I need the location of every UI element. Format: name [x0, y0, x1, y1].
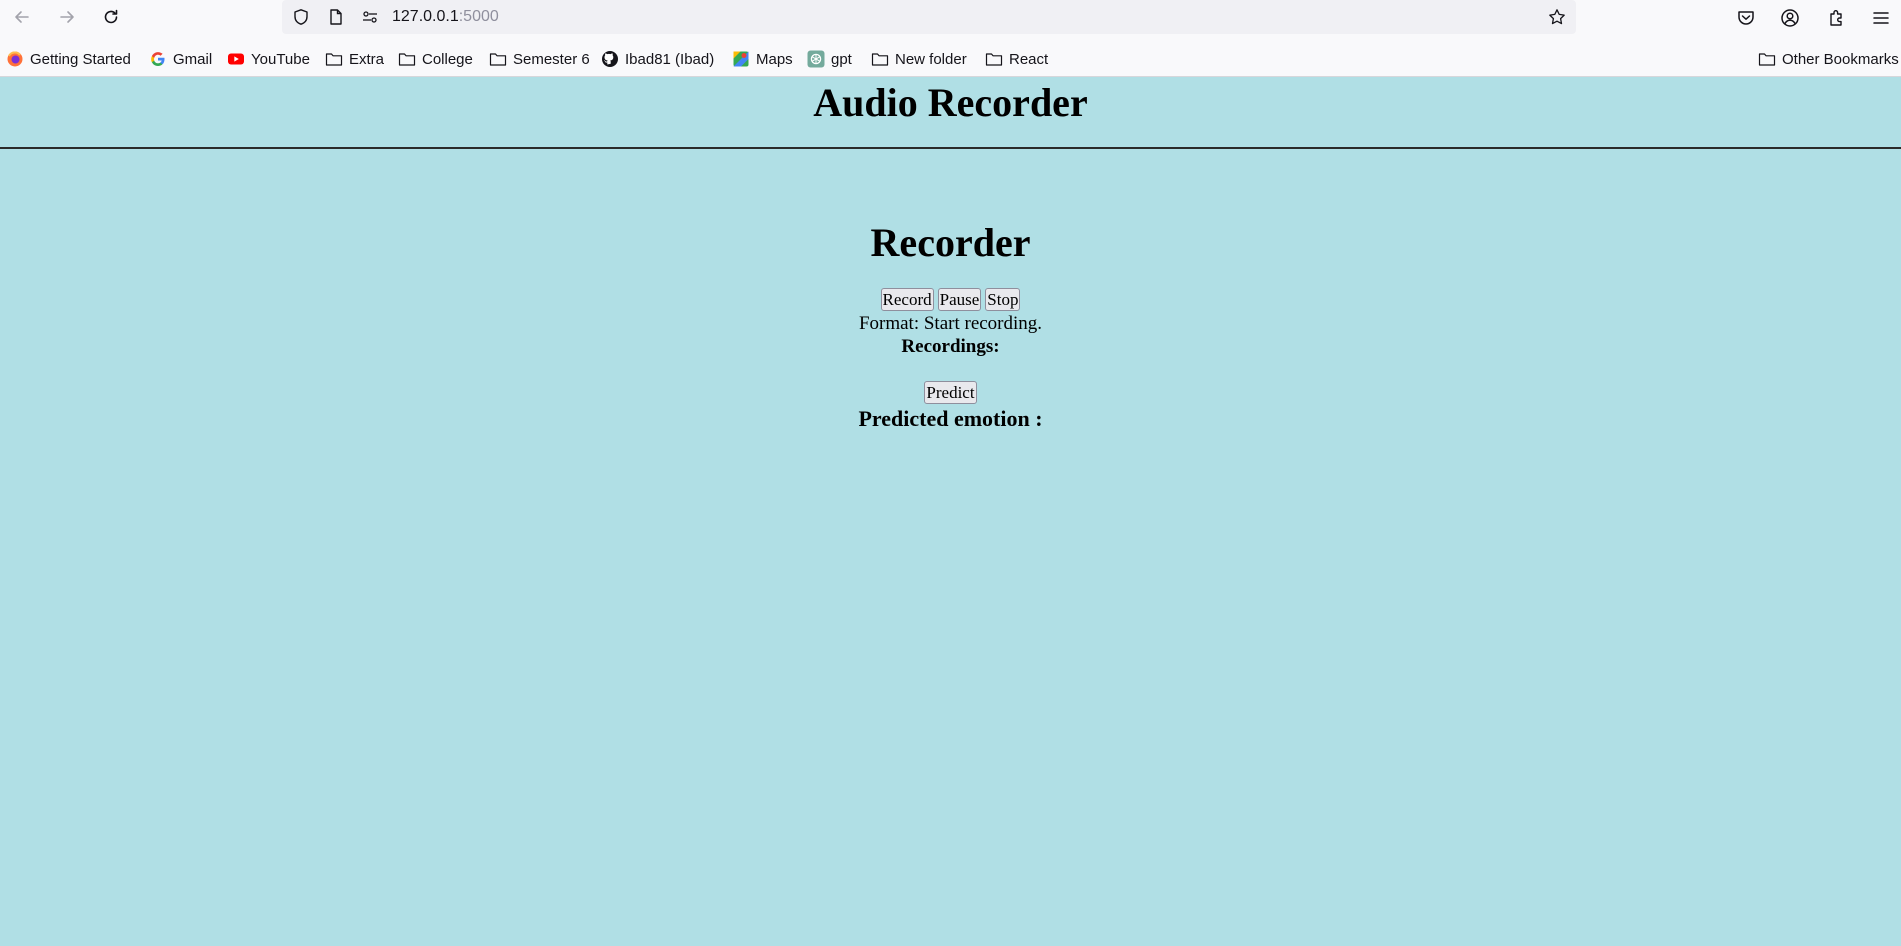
- forward-arrow-icon: [60, 11, 74, 23]
- predict-row: Predict: [0, 381, 1901, 404]
- bookmark-label: Extra: [349, 50, 385, 68]
- maps-icon: [732, 50, 750, 68]
- shield-icon[interactable]: [290, 6, 312, 28]
- forward-button[interactable]: [53, 3, 81, 31]
- address-bar[interactable]: 127.0.0.1:5000: [282, 0, 1576, 34]
- bookmark-label: React: [1009, 50, 1049, 68]
- format-status: Format: Start recording.: [858, 313, 1043, 334]
- menu-icon[interactable]: [1868, 5, 1894, 31]
- bookmarks-toolbar: Getting Started Gmail YouTube Extra Coll…: [0, 47, 1901, 71]
- navigation-bar: 127.0.0.1:5000: [0, 0, 1901, 34]
- extensions-icon[interactable]: [1824, 5, 1850, 31]
- bookmark-label: Gmail: [173, 50, 213, 68]
- account-icon[interactable]: [1777, 5, 1803, 31]
- bookmark-folder-college[interactable]: College: [398, 47, 473, 71]
- bookmark-label: Ibad81 (Ibad): [625, 50, 715, 68]
- bookmark-gmail[interactable]: Gmail: [149, 47, 212, 71]
- reload-button[interactable]: [97, 3, 125, 31]
- bookmark-label: gpt: [831, 50, 852, 68]
- bookmark-folder-new-folder[interactable]: New folder: [871, 47, 967, 71]
- bookmark-label: New folder: [895, 50, 967, 68]
- back-arrow-icon: [15, 11, 29, 23]
- bookmark-label: Other Bookmarks: [1782, 50, 1899, 68]
- predict-button[interactable]: Predict: [924, 381, 977, 404]
- bookmark-star-icon[interactable]: [1546, 6, 1568, 28]
- pocket-icon[interactable]: [1733, 5, 1759, 31]
- bookmark-label: Semester 6: [513, 50, 590, 68]
- bookmark-gpt[interactable]: gpt: [807, 47, 852, 71]
- recordings-label: Recordings:: [901, 336, 1000, 357]
- url-host: 127.0.0.1: [392, 8, 459, 25]
- folder-icon: [871, 50, 889, 68]
- bookmark-folder-react[interactable]: React: [985, 47, 1048, 71]
- bookmark-maps[interactable]: Maps: [732, 47, 793, 71]
- bookmark-label: YouTube: [251, 50, 310, 68]
- folder-icon: [1758, 50, 1776, 68]
- bookmark-folder-semester-6[interactable]: Semester 6: [489, 47, 590, 71]
- bookmark-folder-extra[interactable]: Extra: [325, 47, 384, 71]
- youtube-icon: [227, 50, 245, 68]
- folder-icon: [325, 50, 343, 68]
- reload-icon: [104, 9, 118, 24]
- recorder-controls: Record Pause Stop: [0, 288, 1901, 311]
- predicted-emotion-label: Predicted emotion :: [858, 406, 1043, 431]
- bookmark-getting-started[interactable]: Getting Started: [6, 47, 131, 71]
- back-button[interactable]: [8, 3, 36, 31]
- url-port: :5000: [458, 8, 499, 25]
- page-icon[interactable]: [325, 6, 347, 28]
- stop-button[interactable]: Stop: [985, 288, 1021, 311]
- bookmark-label: Maps: [756, 50, 793, 68]
- google-icon: [149, 50, 167, 68]
- firefox-icon: [6, 50, 24, 68]
- bookmark-github[interactable]: Ibad81 (Ibad): [601, 47, 714, 71]
- github-icon: [601, 50, 619, 68]
- folder-icon: [985, 50, 1003, 68]
- header-divider: [0, 147, 1901, 149]
- pause-button[interactable]: Pause: [937, 288, 982, 311]
- bookmark-label: College: [422, 50, 473, 68]
- bookmark-other-bookmarks[interactable]: Other Bookmarks: [1758, 47, 1899, 71]
- folder-icon: [398, 50, 416, 68]
- chatgpt-icon: [807, 50, 825, 68]
- folder-icon: [489, 50, 507, 68]
- recorder-heading: Recorder: [870, 220, 1031, 265]
- permissions-icon[interactable]: [359, 6, 381, 28]
- browser-chrome: 127.0.0.1:5000 Getting Started Gmail You…: [0, 0, 1901, 77]
- bookmark-label: Getting Started: [30, 50, 131, 68]
- bookmark-youtube[interactable]: YouTube: [227, 47, 310, 71]
- page-title: Audio Recorder: [813, 80, 1088, 125]
- page-content: Audio Recorder Recorder Record Pause Sto…: [0, 77, 1901, 946]
- record-button[interactable]: Record: [880, 288, 934, 311]
- url-text[interactable]: 127.0.0.1:5000: [392, 8, 499, 26]
